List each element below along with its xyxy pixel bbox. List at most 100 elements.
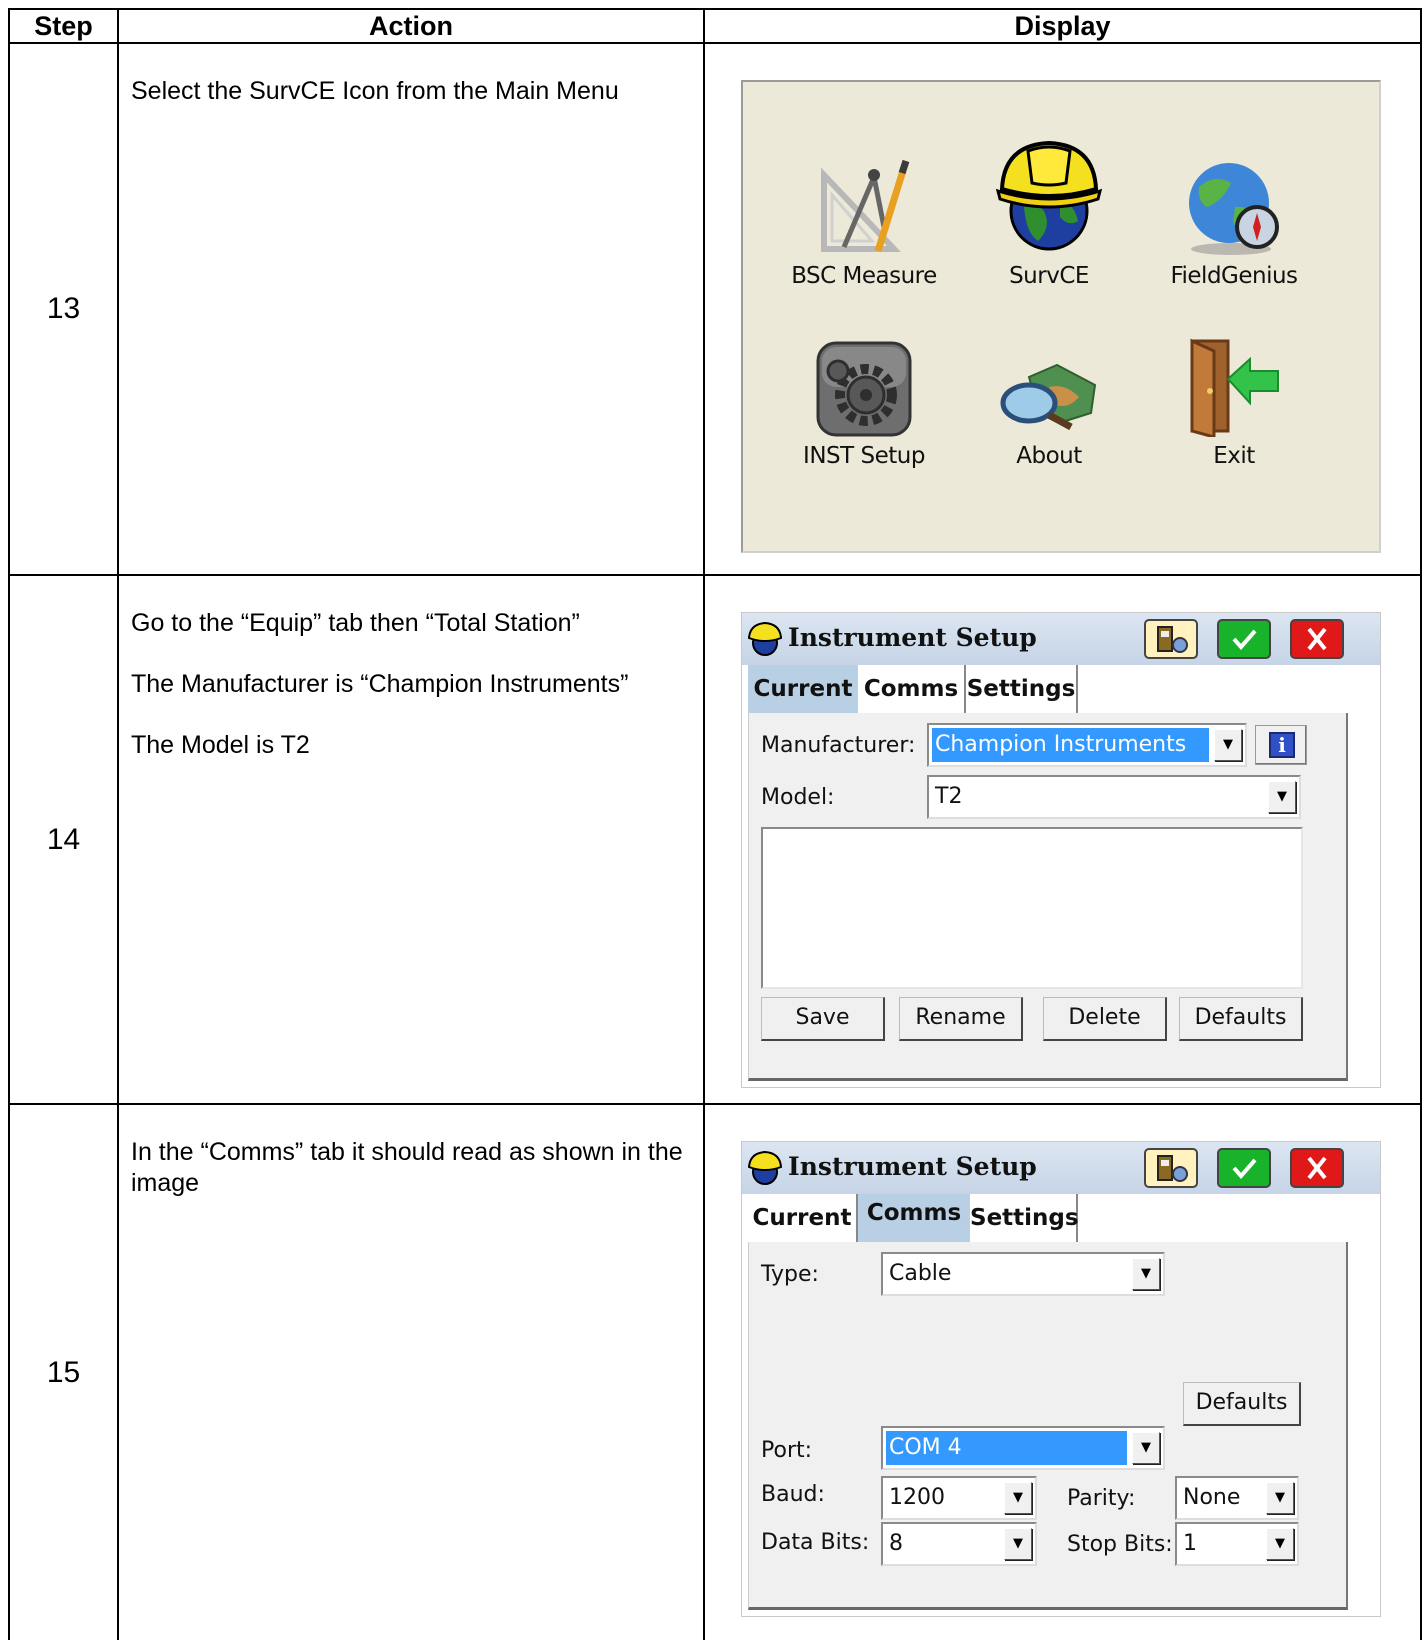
data-bits-value: 8 [889,1531,903,1556]
manufacturer-value: Champion Instruments [932,728,1209,762]
chevron-down-icon[interactable]: ▼ [1004,1482,1032,1514]
tab-current[interactable]: Current [748,1194,858,1242]
window-title: Instrument Setup [788,623,1037,652]
display-cell: BSC Measure SurvCE FieldGenius INST Setu… [703,42,1422,576]
action-cell: In the “Comms” tab it should read as sho… [117,1103,705,1640]
cancel-button[interactable] [1290,1148,1344,1188]
info-icon: i [1269,732,1295,758]
menu-item-survce[interactable]: SurvCE [954,137,1144,289]
globe-compass-icon [1189,163,1279,255]
chevron-down-icon[interactable]: ▼ [1266,1482,1294,1514]
action-cell: Select the SurvCE Icon from the Main Men… [117,42,705,576]
menu-item-about[interactable]: About [954,317,1144,469]
tab-comms[interactable]: Comms [858,665,966,713]
instrument-icon [1157,626,1188,653]
tab-settings[interactable]: Settings [970,1194,1079,1242]
checkmark-icon [1232,1158,1257,1180]
manufacturer-select[interactable]: Champion Instruments ▼ [927,723,1247,767]
instrument-button[interactable] [1144,1148,1198,1188]
instrument-button[interactable] [1144,619,1198,659]
model-details-listbox[interactable] [761,827,1303,989]
data-bits-select[interactable]: 8 ▼ [881,1522,1037,1566]
menu-item-fieldgenius[interactable]: FieldGenius [1139,137,1329,289]
drafting-tools-icon [821,159,910,253]
instrument-setup-current-screenshot: Instrument Setup Current Comms Settings … [741,612,1381,1088]
survce-logo-icon [747,621,783,656]
title-bar: Instrument Setup [742,1142,1380,1194]
table-header-row: Step Action Display [8,8,1422,44]
action-text: Select the SurvCE Icon from the Main Men… [131,77,619,105]
window-title: Instrument Setup [788,1152,1037,1181]
gears-icon [816,341,912,437]
display-cell: Instrument Setup Current Comms Settings … [703,574,1422,1105]
menu-item-label: FieldGenius [1170,263,1298,289]
tab-current[interactable]: Current [748,665,858,713]
defaults-button[interactable]: Defaults [1179,997,1303,1041]
menu-item-exit[interactable]: Exit [1139,317,1329,469]
action-text: In the “Comms” tab it should read as sho… [131,1138,683,1197]
port-value: COM 4 [886,1431,1127,1465]
header-step: Step [8,8,119,44]
type-select[interactable]: Cable ▼ [881,1252,1165,1296]
menu-item-label: Exit [1213,443,1255,469]
type-label: Type: [761,1262,819,1287]
parity-select[interactable]: None ▼ [1175,1476,1299,1520]
close-icon [1307,1156,1327,1180]
ok-button[interactable] [1217,1148,1271,1188]
stop-bits-value: 1 [1183,1531,1197,1556]
instrument-icon [1157,1155,1188,1182]
title-bar: Instrument Setup [742,613,1380,665]
defaults-button[interactable]: Defaults [1183,1382,1301,1426]
port-label: Port: [761,1438,813,1463]
step-number: 14 [8,574,119,1105]
comms-tab-panel: Type: Cable ▼ Defaults Port: COM 4 ▼ Bau… [748,1242,1348,1610]
table-row: 13 Select the SurvCE Icon from the Main … [8,42,1422,576]
survce-logo-icon [747,1150,783,1185]
delete-button[interactable]: Delete [1043,997,1167,1041]
ok-button[interactable] [1217,619,1271,659]
action-cell: Go to the “Equip” tab then “Total Statio… [117,574,705,1105]
port-select[interactable]: COM 4 ▼ [881,1426,1165,1470]
action-text: The Manufacturer is “Champion Instrument… [131,670,629,698]
table-row: 15 In the “Comms” tab it should read as … [8,1103,1422,1640]
action-text: Go to the “Equip” tab then “Total Statio… [131,609,580,637]
action-text: The Model is T2 [131,731,310,759]
menu-item-label: SurvCE [1009,263,1089,289]
cancel-button[interactable] [1290,619,1344,659]
stop-bits-select[interactable]: 1 ▼ [1175,1522,1299,1566]
model-select[interactable]: T2 ▼ [927,775,1301,819]
display-cell: Instrument Setup Current Comms Settings … [703,1103,1422,1640]
hardhat-globe-icon [995,140,1103,251]
menu-item-label: BSC Measure [791,263,937,289]
procedure-table: Step Action Display 13 Select the SurvCE… [8,8,1422,1640]
baud-select[interactable]: 1200 ▼ [881,1476,1037,1520]
parity-label: Parity: [1067,1486,1136,1511]
info-button[interactable]: i [1255,725,1307,765]
step-number: 15 [8,1103,119,1640]
rename-button[interactable]: Rename [899,997,1023,1041]
save-button[interactable]: Save [761,997,885,1041]
baud-value: 1200 [889,1485,945,1510]
model-label: Model: [761,785,835,810]
chevron-down-icon[interactable]: ▼ [1266,1528,1294,1560]
menu-item-label: INST Setup [803,443,925,469]
chevron-down-icon[interactable]: ▼ [1268,781,1296,813]
menu-item-label: About [1016,443,1082,469]
data-bits-label: Data Bits: [761,1530,870,1555]
manufacturer-label: Manufacturer: [761,733,916,758]
chevron-down-icon[interactable]: ▼ [1214,729,1242,761]
chevron-down-icon[interactable]: ▼ [1132,1432,1160,1464]
chevron-down-icon[interactable]: ▼ [1004,1528,1032,1560]
map-magnifier-icon [1000,363,1097,431]
header-display: Display [703,8,1422,44]
menu-item-inst-setup[interactable]: INST Setup [769,317,959,469]
instrument-setup-comms-screenshot: Instrument Setup Current Comms Settings … [741,1141,1381,1617]
chevron-down-icon[interactable]: ▼ [1132,1258,1160,1290]
type-value: Cable [889,1261,952,1286]
tab-comms[interactable]: Comms [858,1194,970,1242]
main-menu-screenshot: BSC Measure SurvCE FieldGenius INST Setu… [741,80,1381,553]
stop-bits-label: Stop Bits: [1067,1532,1173,1557]
menu-item-bsc-measure[interactable]: BSC Measure [769,137,959,289]
tab-settings[interactable]: Settings [966,665,1078,713]
checkmark-icon [1232,629,1257,651]
